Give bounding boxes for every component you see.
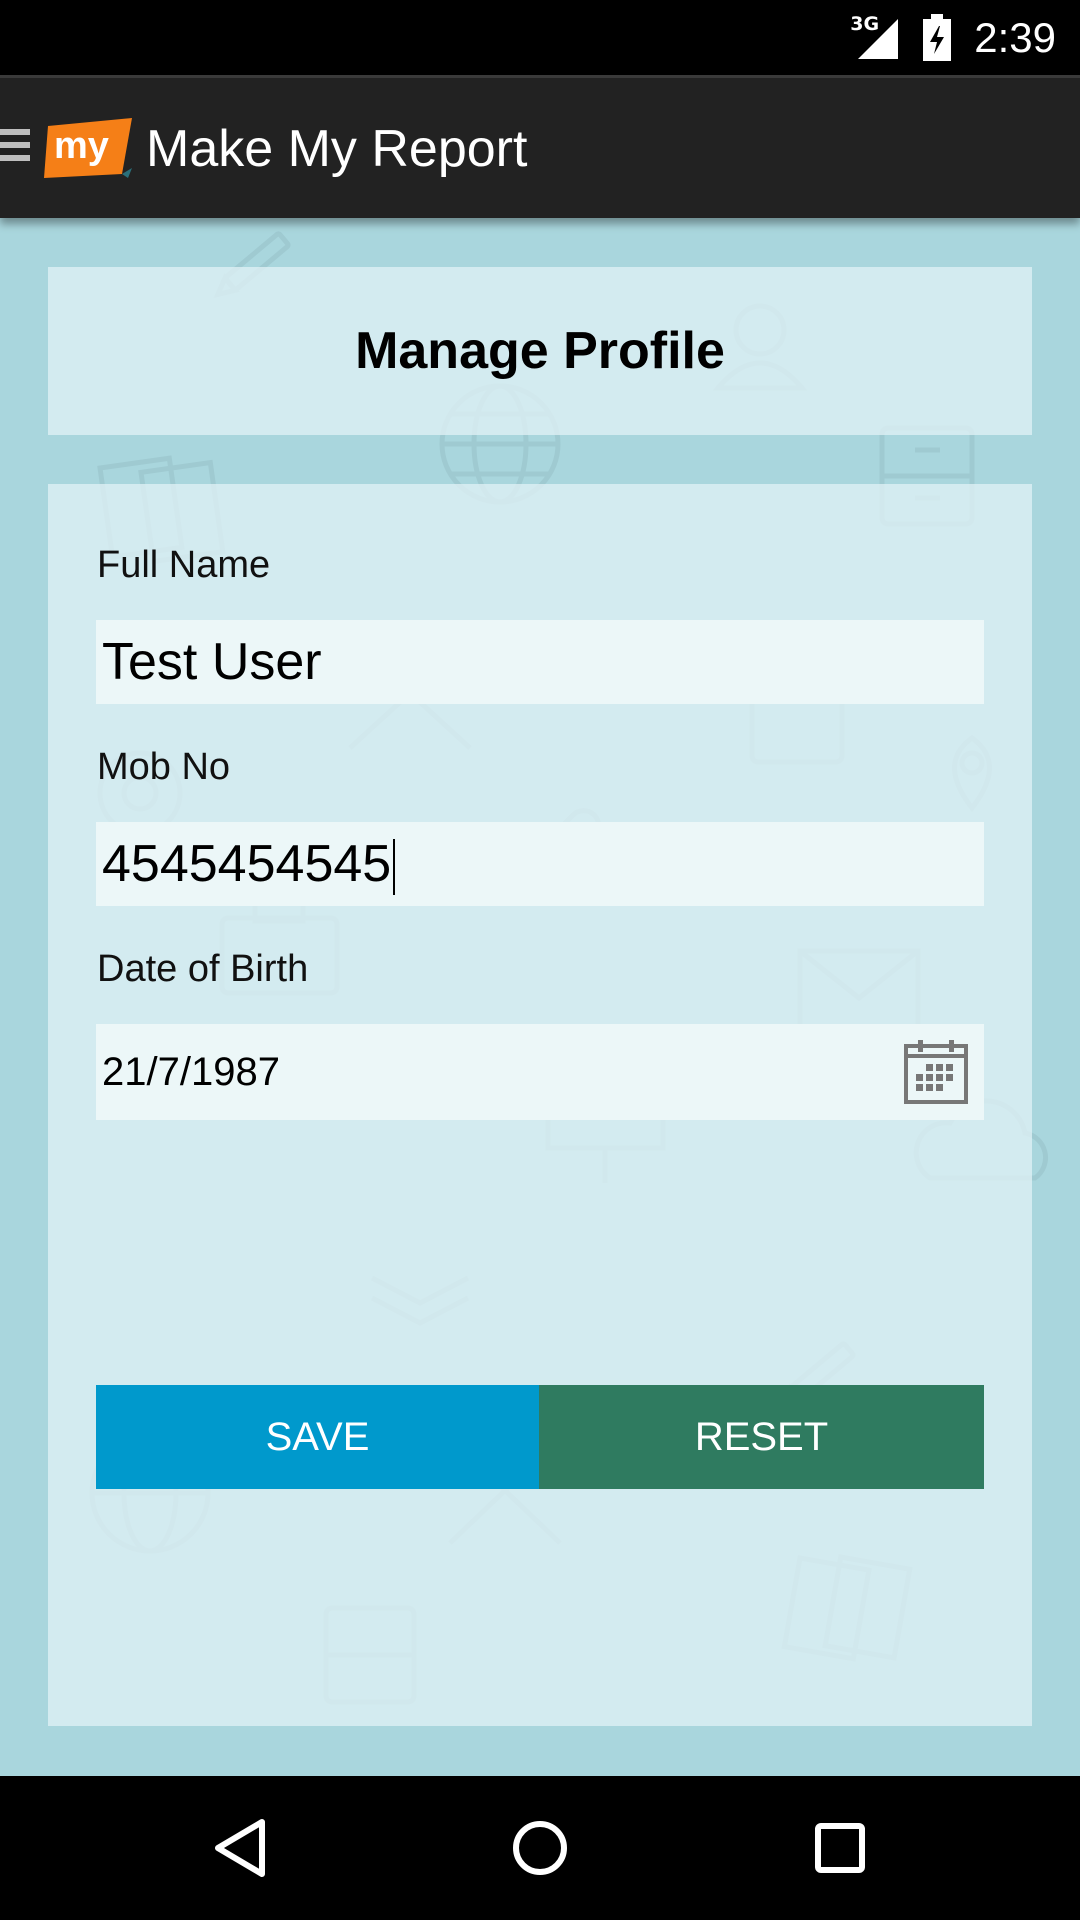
battery-icon	[922, 13, 952, 62]
profile-form: Full Name Test User Mob No 4545454545 Da…	[48, 484, 1032, 1726]
mobile-label: Mob No	[97, 746, 231, 788]
status-time: 2:39	[974, 13, 1056, 61]
main-content: Manage Profile Full Name Test User Mob N…	[0, 218, 1080, 1776]
home-icon[interactable]	[500, 1808, 580, 1888]
calendar-icon[interactable]	[904, 1040, 968, 1104]
text-cursor	[393, 839, 396, 896]
signal-icon: 3G	[850, 13, 900, 61]
navigation-bar	[0, 1776, 1080, 1920]
hamburger-icon[interactable]	[0, 129, 30, 169]
logo-text: my	[54, 125, 109, 167]
mobile-field[interactable]: 4545454545	[96, 822, 984, 906]
header-card: Manage Profile	[48, 267, 1032, 435]
mobile-value-text: 4545454545	[102, 835, 392, 893]
mobile-value: 4545454545	[102, 834, 396, 896]
dob-label: Date of Birth	[97, 948, 309, 990]
app-bar: my Make My Report	[0, 75, 1080, 218]
logo-icon: my	[44, 116, 134, 182]
dob-value: 21/7/1987	[102, 1050, 280, 1094]
app-title: Make My Report	[146, 120, 528, 178]
dob-field[interactable]: 21/7/1987	[96, 1024, 984, 1120]
page-title: Manage Profile	[355, 322, 725, 380]
full-name-field[interactable]: Test User	[96, 620, 984, 704]
full-name-label: Full Name	[97, 544, 271, 586]
status-icons: 3G 2:39	[850, 0, 1056, 75]
network-type: 3G	[850, 12, 880, 35]
status-bar: 3G 2:39	[0, 0, 1080, 75]
reset-button[interactable]: RESET	[539, 1385, 984, 1489]
recents-icon[interactable]	[800, 1808, 880, 1888]
full-name-value: Test User	[102, 633, 322, 691]
back-icon[interactable]	[200, 1808, 280, 1888]
save-button[interactable]: SAVE	[96, 1385, 539, 1489]
